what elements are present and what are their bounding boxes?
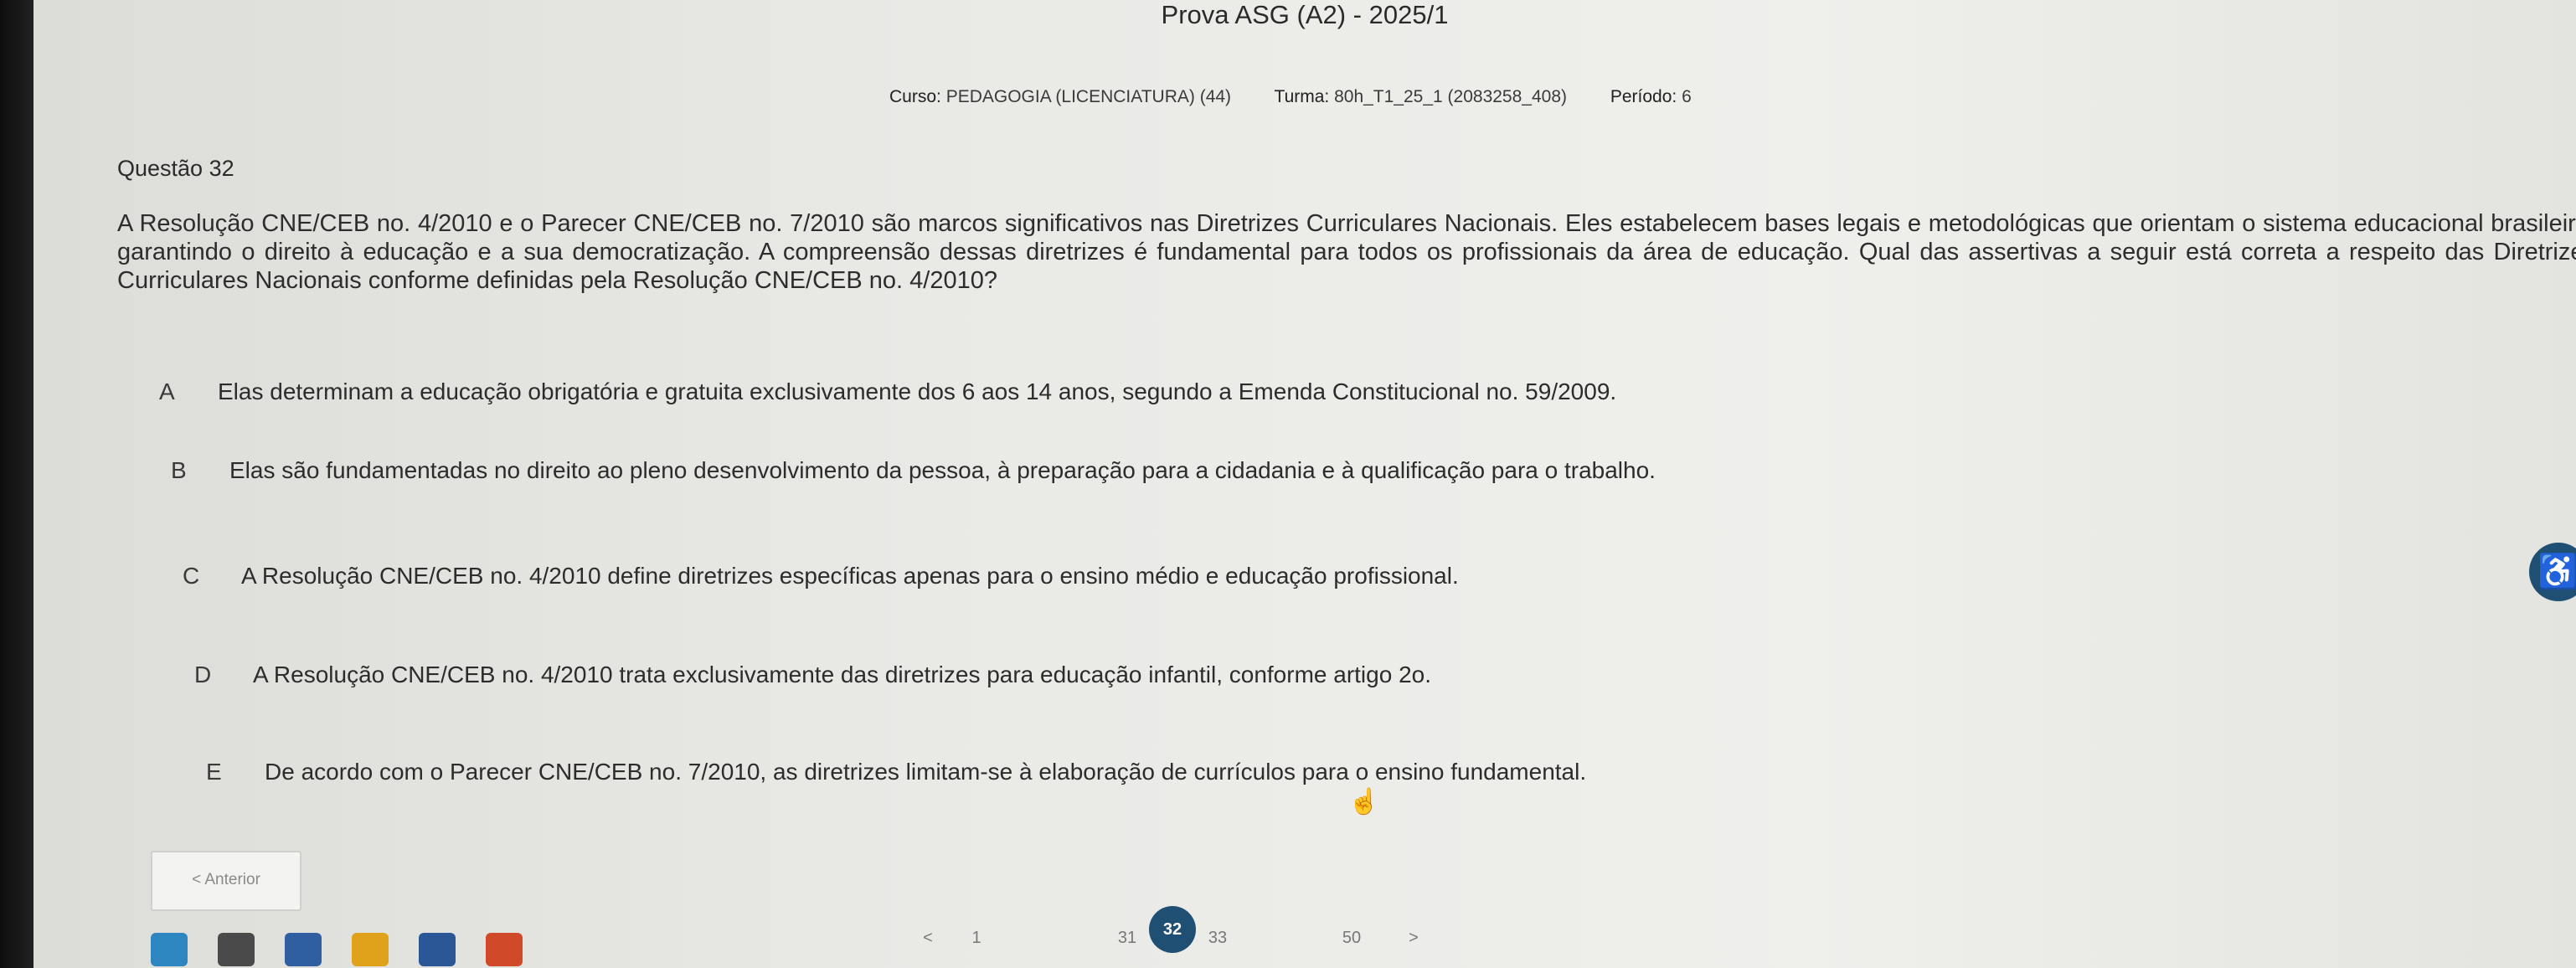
option-letter: D — [194, 662, 212, 687]
word-icon[interactable] — [419, 933, 456, 966]
class-value: 80h_T1_25_1 (2083258_408) — [1334, 87, 1568, 106]
option-e[interactable]: E De acordo com o Parecer CNE/CEB no. 7/2… — [206, 759, 1586, 785]
folder-icon[interactable] — [218, 933, 255, 966]
page-31[interactable]: 31 — [1104, 914, 1151, 961]
question-text: A Resolução CNE/CEB no. 4/2010 e o Parec… — [117, 210, 2576, 294]
page-1[interactable]: 1 — [953, 914, 1000, 961]
class-info: Turma: 80h_T1_25_1 (2083258_408) — [1274, 87, 1568, 106]
question-number: Questão 32 — [117, 156, 234, 181]
pager-next-button[interactable]: > — [1390, 914, 1437, 961]
period-info: Período: 6 — [1610, 87, 1692, 106]
option-a[interactable]: A Elas determinam a educação obrigatória … — [159, 378, 1616, 405]
option-letter: E — [206, 759, 222, 785]
edge-icon[interactable] — [151, 933, 188, 966]
previous-button[interactable]: < Anterior — [151, 851, 301, 911]
option-text: De acordo com o Parecer CNE/CEB no. 7/20… — [265, 759, 1587, 785]
option-letter: C — [183, 563, 200, 589]
accessibility-icon[interactable]: ♿ — [2529, 543, 2576, 601]
option-letter: A — [159, 378, 175, 404]
chrome-icon[interactable] — [352, 933, 389, 966]
option-text: Elas são fundamentadas no direito ao ple… — [229, 457, 1656, 483]
exam-page: Prova ASG (A2) - 2025/1 Curso: PEDAGOGIA… — [33, 0, 2576, 968]
period-value: 6 — [1682, 87, 1692, 106]
page-title: Prova ASG (A2) - 2025/1 — [1161, 0, 1449, 29]
option-b[interactable]: B Elas são fundamentadas no direito ao pl… — [171, 457, 1656, 484]
option-text: Elas determinam a educação obrigatória e… — [218, 378, 1617, 404]
course-value: PEDAGOGIA (LICENCIATURA) (44) — [945, 87, 1232, 106]
page-32-current[interactable]: 32 — [1149, 906, 1196, 953]
option-c[interactable]: C A Resolução CNE/CEB no. 4/2010 define d… — [183, 563, 1459, 590]
course-info-bar: Curso: PEDAGOGIA (LICENCIATURA) (44) Tur… — [889, 87, 1730, 107]
course-info: Curso: PEDAGOGIA (LICENCIATURA) (44) — [889, 87, 1232, 106]
hand-cursor-icon: ☝ — [1348, 788, 1380, 816]
page-50[interactable]: 50 — [1328, 914, 1375, 961]
page-33[interactable]: 33 — [1194, 914, 1241, 961]
pager-prev-button[interactable]: < — [904, 914, 951, 961]
option-text: A Resolução CNE/CEB no. 4/2010 define di… — [241, 563, 1459, 589]
store-icon[interactable] — [285, 933, 322, 966]
taskbar — [151, 929, 586, 968]
option-text: A Resolução CNE/CEB no. 4/2010 trata exc… — [253, 662, 1431, 687]
option-letter: B — [171, 457, 187, 483]
option-d[interactable]: D A Resolução CNE/CEB no. 4/2010 trata ex… — [194, 662, 1431, 688]
app-icon[interactable] — [486, 933, 523, 966]
